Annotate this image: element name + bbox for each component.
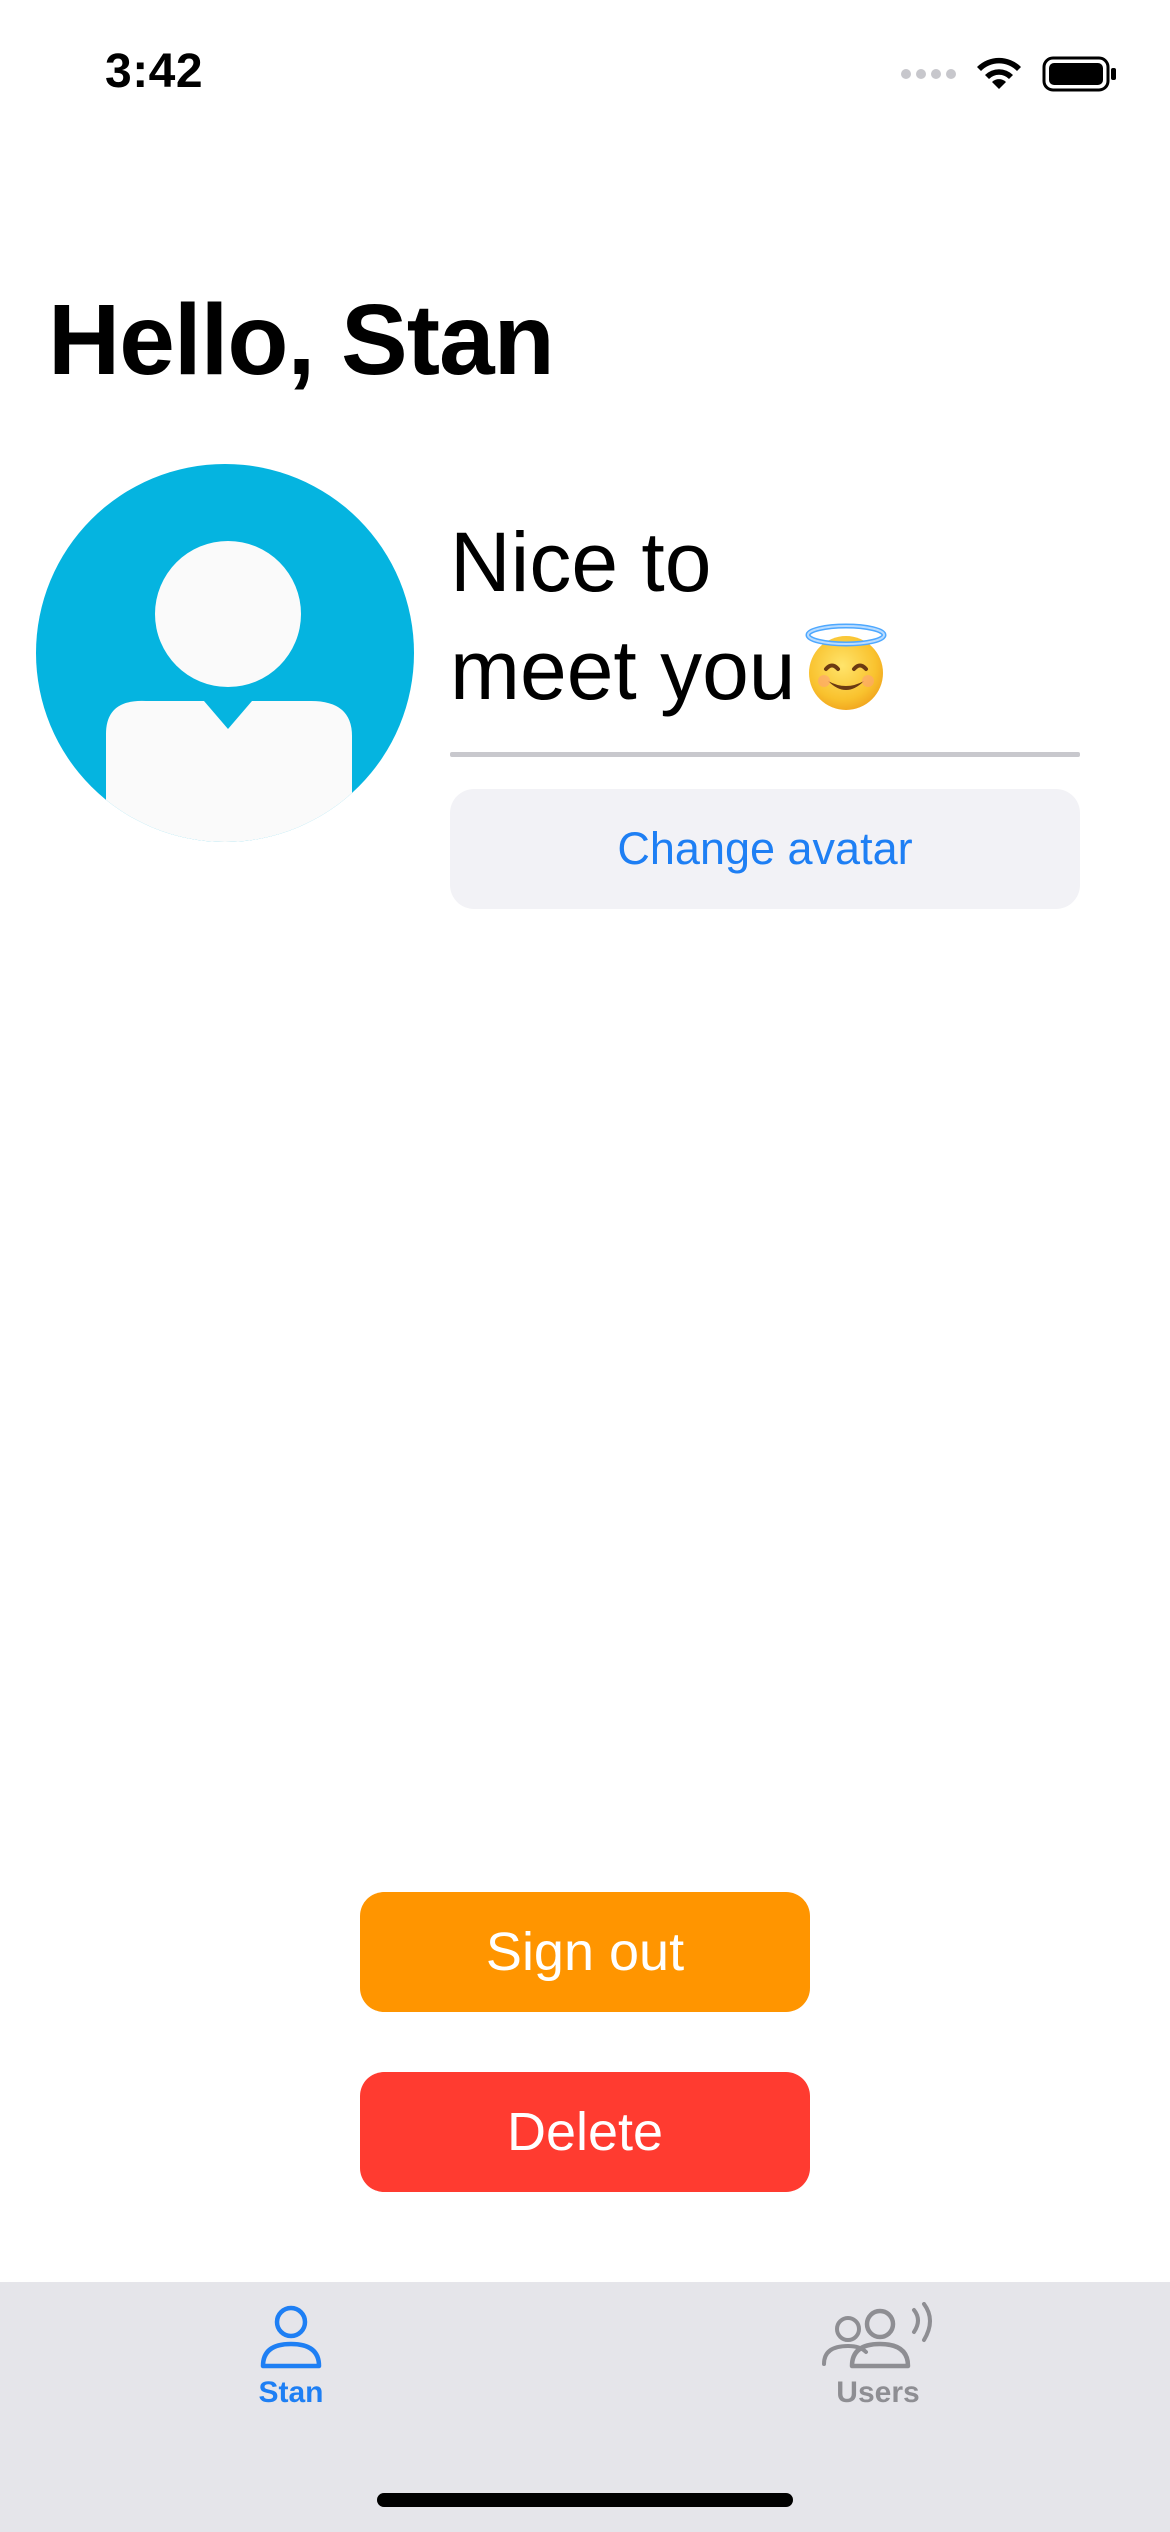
home-indicator [377, 2493, 793, 2507]
wifi-icon [977, 57, 1021, 89]
users-wave-icon [822, 2302, 932, 2369]
cellular-signal-icon [901, 69, 956, 79]
divider [450, 752, 1080, 757]
delete-button[interactable]: Delete [360, 2072, 810, 2192]
page-title: Hello, Stan [48, 284, 555, 396]
status-time: 3:42 [105, 45, 204, 98]
tab-stan[interactable]: Stan [141, 2302, 441, 2410]
smiling-face-with-halo-icon [805, 623, 887, 710]
greeting-line-2: meet you [450, 616, 1090, 724]
tab-users[interactable]: Users [728, 2302, 1028, 2410]
sign-out-button[interactable]: Sign out [360, 1892, 810, 2012]
greeting-line-1: Nice to [450, 515, 712, 609]
avatar[interactable] [36, 464, 414, 842]
status-icons [901, 54, 1118, 94]
greeting-text: Nice to meet you [450, 508, 1090, 724]
status-bar: 3:42 [0, 0, 1170, 140]
greeting-line-2-text: meet you [450, 623, 796, 717]
person-icon [260, 2305, 322, 2369]
tab-stan-label: Stan [258, 2376, 324, 2409]
change-avatar-button[interactable]: Change avatar [450, 789, 1080, 909]
battery-icon [1042, 56, 1116, 92]
tab-users-label: Users [836, 2376, 920, 2409]
